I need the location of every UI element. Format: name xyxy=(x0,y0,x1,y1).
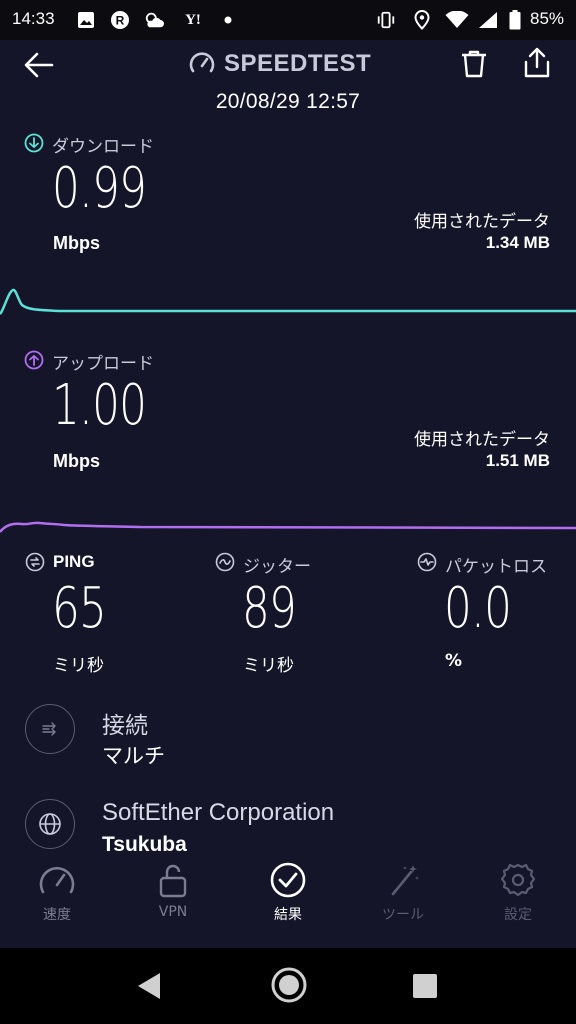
download-icon xyxy=(24,133,44,153)
check-circle-icon xyxy=(270,862,306,898)
packet-loss-label: パケットロス xyxy=(445,557,547,577)
weather-icon xyxy=(144,10,164,30)
download-value: 0.99 xyxy=(52,156,147,221)
dot-icon xyxy=(218,10,238,30)
packet-loss-value: 0.0 xyxy=(444,576,512,641)
system-home-button[interactable] xyxy=(270,966,308,1004)
ping-value: 65 xyxy=(52,576,107,641)
server-location: Tsukuba xyxy=(102,833,187,856)
vibrate-icon xyxy=(376,10,396,30)
speedometer-icon xyxy=(39,866,75,894)
upload-graph xyxy=(0,521,576,533)
yahoo-icon: Y! xyxy=(185,11,201,28)
upload-data-value: 1.51 MB xyxy=(485,451,550,470)
nav-tools[interactable]: ツール xyxy=(358,862,448,946)
jitter-icon xyxy=(215,552,235,572)
system-back-button[interactable] xyxy=(136,971,162,1001)
wifi-icon xyxy=(444,10,470,30)
jitter-label: ジッター xyxy=(243,557,311,577)
ping-label: PING xyxy=(53,552,95,571)
nav-results-label: 結果 xyxy=(274,907,302,923)
upload-value: 1.00 xyxy=(52,373,147,438)
globe-icon xyxy=(25,799,75,849)
square-recents-icon xyxy=(413,974,437,998)
share-icon xyxy=(524,47,550,78)
nav-results[interactable]: 結果 xyxy=(243,862,333,946)
packet-loss-unit: % xyxy=(445,651,463,671)
page-title: SPEEDTEST xyxy=(224,50,372,77)
nav-settings[interactable]: 設定 xyxy=(473,862,563,946)
signal-icon xyxy=(478,10,498,30)
test-datetime: 20/08/29 12:57 xyxy=(215,90,361,113)
system-recents-button[interactable] xyxy=(412,973,438,999)
status-time: 14:33 xyxy=(12,9,55,28)
back-button[interactable] xyxy=(22,48,56,82)
nav-vpn-label: VPN xyxy=(158,904,188,920)
ping-unit: ミリ秒 xyxy=(53,656,104,676)
packet-loss-icon xyxy=(417,552,437,572)
image-icon xyxy=(76,10,96,30)
r-app-icon: R xyxy=(110,10,130,30)
download-data-value: 1.34 MB xyxy=(485,233,550,252)
gear-icon xyxy=(500,863,536,897)
svg-text:R: R xyxy=(116,14,125,28)
download-label: ダウンロード xyxy=(52,137,154,157)
jitter-value: 89 xyxy=(242,576,297,641)
battery-icon xyxy=(508,10,522,30)
download-graph xyxy=(0,288,576,315)
jitter-unit: ミリ秒 xyxy=(243,656,294,676)
location-icon xyxy=(412,10,432,30)
connection-title: 接続 xyxy=(102,713,148,739)
upload-icon xyxy=(24,350,44,370)
triangle-back-icon xyxy=(138,973,160,999)
unlock-icon xyxy=(159,864,187,898)
nav-tools-label: ツール xyxy=(382,907,424,923)
download-data-label: 使用されたデータ xyxy=(414,212,550,232)
nav-vpn[interactable]: VPN xyxy=(128,862,218,946)
nav-settings-label: 設定 xyxy=(504,907,532,923)
nav-speed-label: 速度 xyxy=(43,907,71,923)
back-arrow-icon xyxy=(24,52,54,78)
upload-data-label: 使用されたデータ xyxy=(414,430,550,450)
delete-button[interactable] xyxy=(458,48,490,80)
share-button[interactable] xyxy=(520,46,554,80)
trash-icon xyxy=(462,50,486,78)
connection-icon xyxy=(25,704,75,754)
home-circle-icon xyxy=(271,967,307,1003)
magic-wand-icon xyxy=(391,865,419,896)
download-unit: Mbps xyxy=(53,233,100,253)
battery-percentage: 85% xyxy=(530,9,565,28)
server-name: SoftEther Corporation xyxy=(102,799,335,826)
upload-label: アップロード xyxy=(52,354,154,374)
ping-icon xyxy=(25,552,45,572)
nav-speed[interactable]: 速度 xyxy=(12,862,102,946)
speedtest-logo-icon xyxy=(188,50,216,78)
connection-value: マルチ xyxy=(102,744,165,768)
upload-unit: Mbps xyxy=(53,451,100,471)
